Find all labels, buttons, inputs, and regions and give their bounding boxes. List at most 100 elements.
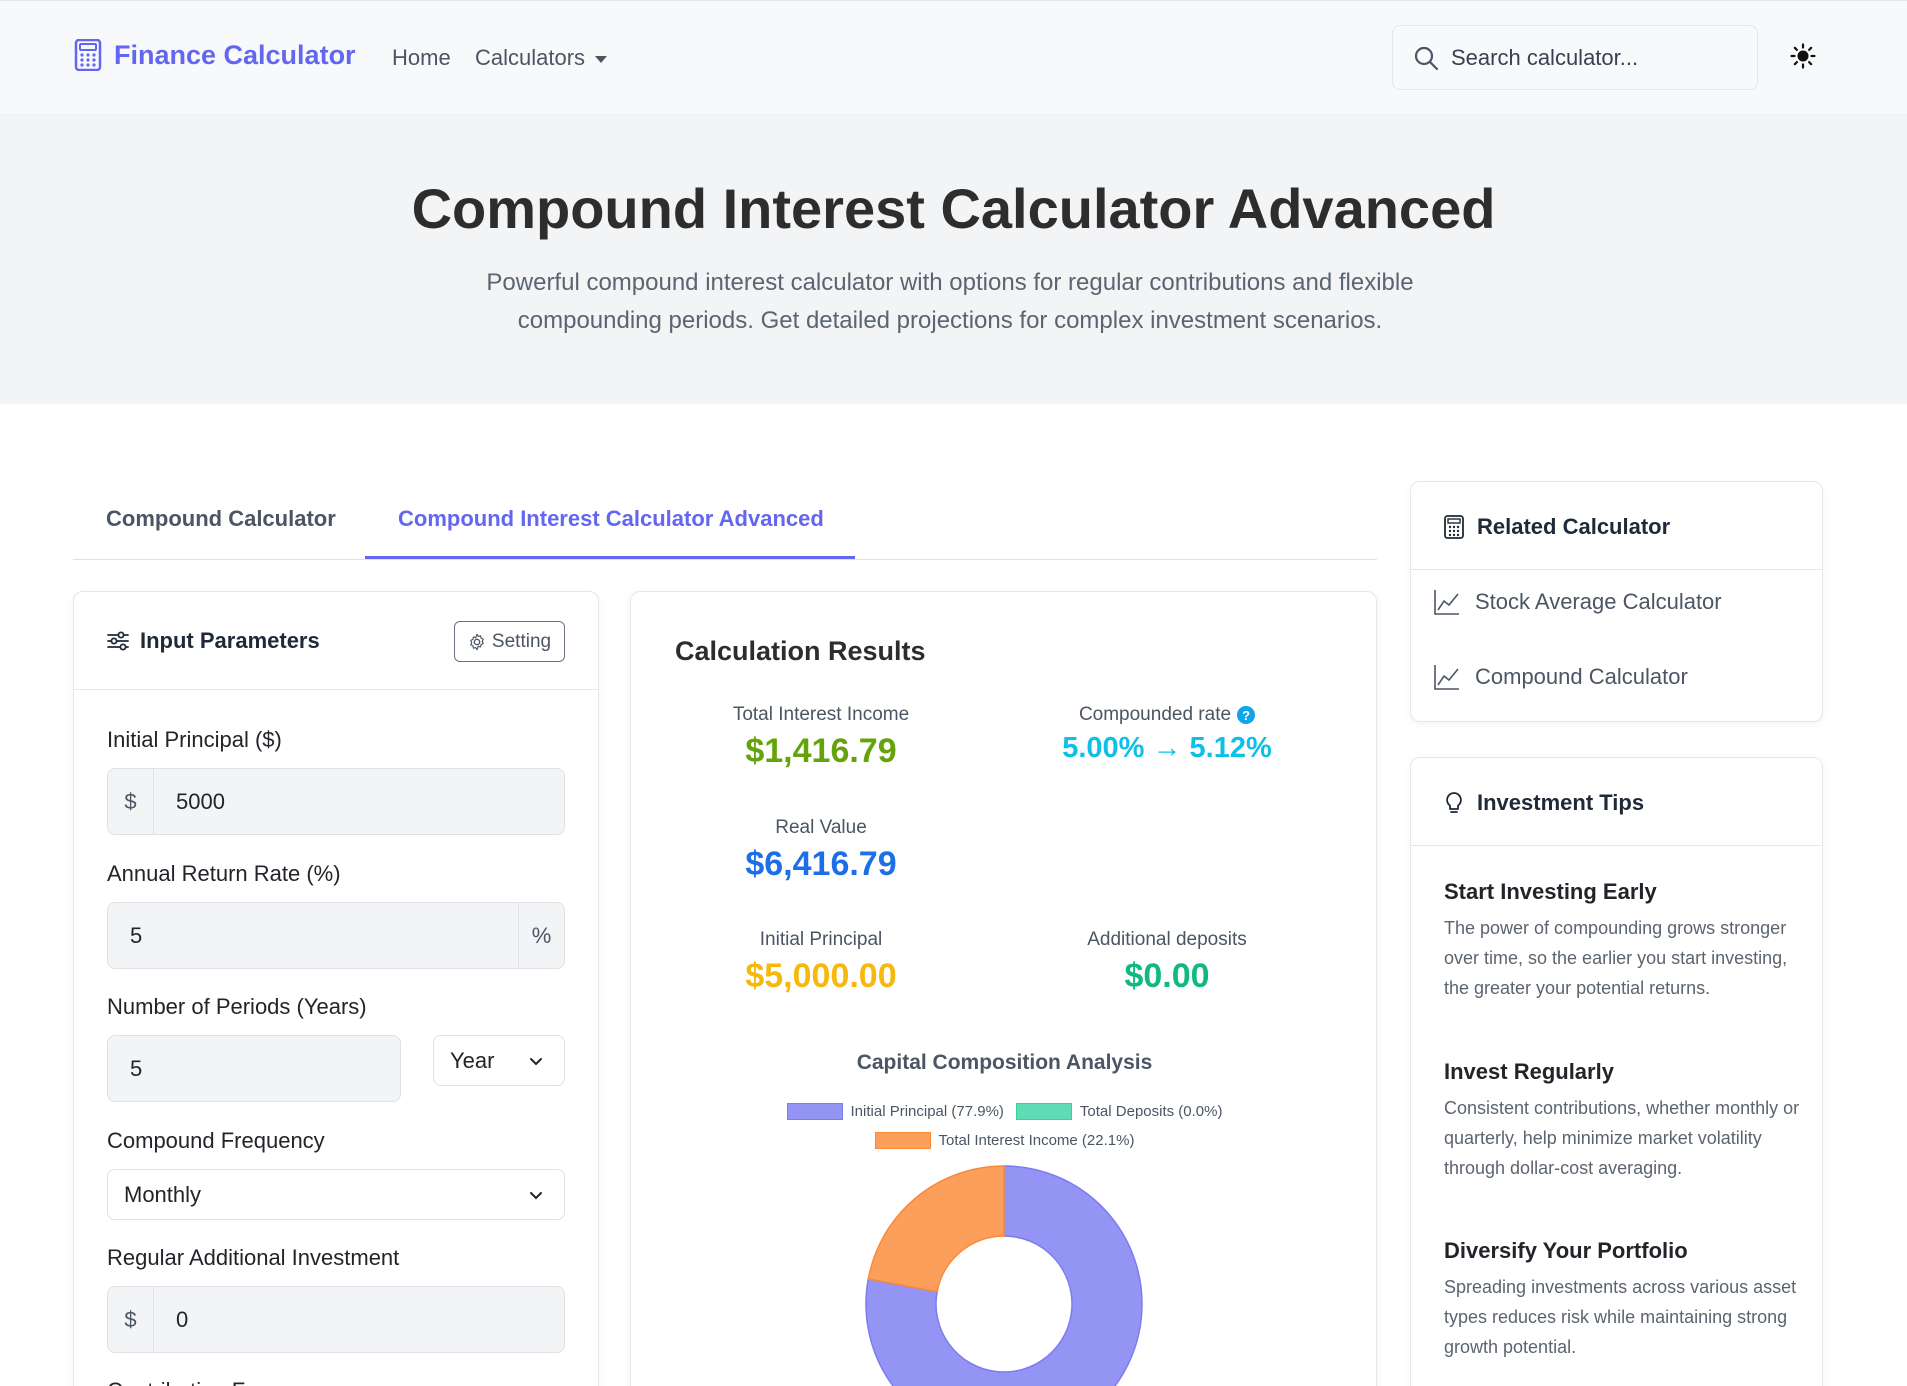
legend-swatch bbox=[874, 1132, 931, 1149]
periods-input[interactable]: 5 bbox=[108, 1056, 400, 1082]
tips-card-title: Investment Tips bbox=[1443, 790, 1644, 816]
metric-deposits-label: Additional deposits bbox=[1087, 929, 1247, 950]
frequency-value: Monthly bbox=[124, 1181, 202, 1207]
rate-suffix: % bbox=[518, 903, 564, 968]
question-icon[interactable]: ? bbox=[1237, 706, 1256, 724]
tip-title: Invest Regularly bbox=[1444, 1059, 1614, 1084]
input-card-title-text: Input Parameters bbox=[140, 628, 320, 653]
metric-principal: Initial Principal $5,000.00 bbox=[661, 929, 981, 996]
tips-card-title-text: Investment Tips bbox=[1477, 790, 1645, 815]
input-card-header: Input Parameters Setting bbox=[74, 592, 598, 690]
legend-swatch bbox=[1015, 1103, 1072, 1120]
line-chart-icon bbox=[1434, 590, 1459, 615]
search-icon bbox=[1414, 46, 1439, 70]
tab-compound-advanced[interactable]: Compound Interest Calculator Advanced bbox=[398, 506, 824, 532]
results-title: Calculation Results bbox=[675, 636, 926, 666]
legend-label: Initial Principal (77.9%) bbox=[850, 1103, 1004, 1120]
additional-prefix: $ bbox=[108, 1287, 154, 1352]
nav-calculators-label: Calculators bbox=[475, 45, 586, 70]
legend-label: Total Interest Income (22.1%) bbox=[938, 1132, 1135, 1149]
legend-item-principal[interactable]: Initial Principal (77.9%) bbox=[786, 1103, 1004, 1120]
metric-interest-label: Total Interest Income bbox=[732, 704, 910, 725]
tip-body: Spreading investments across various ass… bbox=[1444, 1277, 1797, 1357]
calculator-icon bbox=[74, 39, 102, 71]
legend-swatch bbox=[786, 1103, 843, 1120]
chevron-down-icon bbox=[530, 1191, 542, 1199]
page-title: Compound Interest Calculator Advanced bbox=[411, 177, 1496, 240]
related-item-compound[interactable]: Compound Calculator bbox=[1433, 663, 1688, 691]
metric-principal-label: Initial Principal bbox=[759, 929, 883, 950]
metric-rate-value: 5.00% → 5.12% bbox=[1062, 732, 1272, 764]
lightbulb-icon bbox=[1446, 792, 1462, 813]
periods-unit-value: Year bbox=[450, 1047, 495, 1073]
tip-body: Consistent contributions, whether monthl… bbox=[1444, 1098, 1800, 1178]
rate-input[interactable]: 5 bbox=[108, 923, 518, 949]
principal-prefix: $ bbox=[108, 769, 154, 834]
investment-tips-card: Investment Tips Start Investing Early Th… bbox=[1410, 757, 1823, 1386]
rate-field[interactable]: 5 % bbox=[107, 902, 565, 969]
active-tab-indicator bbox=[365, 556, 855, 559]
legend-item-deposits[interactable]: Total Deposits (0.0%) bbox=[1015, 1103, 1223, 1120]
tab-compound-calculator[interactable]: Compound Calculator bbox=[106, 506, 336, 532]
donut-slice-2[interactable] bbox=[867, 1165, 1005, 1293]
related-item-label: Compound Calculator bbox=[1475, 664, 1688, 689]
input-card-title: Input Parameters bbox=[106, 628, 320, 654]
additional-field[interactable]: $ 0 bbox=[107, 1286, 565, 1353]
related-card-title-text: Related Calculator bbox=[1477, 514, 1671, 539]
related-item-stock-average[interactable]: Stock Average Calculator bbox=[1433, 588, 1722, 616]
principal-label: Initial Principal ($) bbox=[107, 727, 282, 752]
metric-interest-value: $1,416.79 bbox=[745, 732, 897, 770]
search-input[interactable] bbox=[1451, 44, 1741, 71]
navbar: Finance Calculator Home Calculators bbox=[0, 0, 1907, 113]
additional-input[interactable]: 0 bbox=[154, 1307, 564, 1333]
principal-input[interactable]: 5000 bbox=[154, 789, 564, 815]
tip-body: The power of compounding grows stronger … bbox=[1444, 918, 1788, 998]
metric-rate-label-wrap: Compounded rate ? bbox=[1007, 704, 1327, 726]
legend-label: Total Deposits (0.0%) bbox=[1079, 1103, 1223, 1120]
chevron-down-icon bbox=[530, 1057, 542, 1065]
sun-icon[interactable] bbox=[1790, 43, 1816, 69]
setting-button[interactable]: Setting bbox=[454, 621, 565, 662]
chart-title: Capital Composition Analysis bbox=[856, 1051, 1153, 1074]
related-card-header: Related Calculator bbox=[1411, 482, 1822, 570]
periods-label: Number of Periods (Years) bbox=[107, 994, 367, 1019]
related-item-label: Stock Average Calculator bbox=[1475, 589, 1722, 614]
metric-real-label: Real Value bbox=[775, 817, 867, 838]
caret-down-icon bbox=[595, 55, 608, 63]
additional-label: Regular Additional Investment bbox=[107, 1245, 400, 1270]
brand-name: Finance Calculator bbox=[114, 39, 356, 70]
metric-real-value: $6,416.79 bbox=[745, 845, 897, 883]
setting-button-label: Setting bbox=[491, 630, 552, 652]
search-box[interactable] bbox=[1392, 25, 1758, 90]
capital-composition-donut-chart bbox=[865, 1165, 1143, 1386]
metric-interest: Total Interest Income $1,416.79 bbox=[661, 704, 981, 771]
related-card-title: Related Calculator bbox=[1443, 514, 1670, 540]
periods-unit-select[interactable]: Year bbox=[433, 1035, 565, 1086]
page-subtitle: Powerful compound interest calculator wi… bbox=[486, 269, 1414, 334]
tips-card-header: Investment Tips bbox=[1411, 758, 1822, 846]
frequency-label: Compound Frequency bbox=[107, 1128, 325, 1153]
nav-calculators-dropdown[interactable]: Calculators bbox=[475, 45, 608, 71]
nav-home-link[interactable]: Home bbox=[392, 45, 451, 71]
chart-legend-row-1: Initial Principal (77.9%) Total Deposits… bbox=[631, 1103, 1376, 1120]
chart-legend-row-2: Total Interest Income (22.1%) bbox=[631, 1132, 1376, 1149]
tip-title: Start Investing Early bbox=[1444, 879, 1657, 904]
sliders-icon bbox=[107, 631, 129, 651]
rate-label: Annual Return Rate (%) bbox=[107, 861, 341, 886]
brand-link[interactable]: Finance Calculator bbox=[74, 39, 356, 71]
metric-deposits: Additional deposits $0.00 bbox=[1007, 929, 1327, 996]
principal-field[interactable]: $ 5000 bbox=[107, 768, 565, 835]
tip-title: Diversify Your Portfolio bbox=[1444, 1238, 1688, 1263]
related-calculator-card: Related Calculator Stock Average Calcula… bbox=[1410, 481, 1823, 722]
gear-icon bbox=[470, 633, 484, 650]
line-chart-icon bbox=[1434, 665, 1459, 690]
metric-principal-value: $5,000.00 bbox=[745, 957, 897, 995]
periods-field[interactable]: 5 bbox=[107, 1035, 401, 1102]
calculator-tabs: Compound Calculator Compound Interest Ca… bbox=[73, 490, 1377, 560]
metric-rate-label: Compounded rate bbox=[1078, 704, 1232, 725]
frequency-select[interactable]: Monthly bbox=[107, 1169, 565, 1220]
contribution-frequency-label: Contribution F bbox=[107, 1378, 245, 1386]
results-card: Calculation Results Total Interest Incom… bbox=[630, 591, 1377, 1386]
calculator-icon bbox=[1444, 515, 1464, 539]
legend-item-interest[interactable]: Total Interest Income (22.1%) bbox=[874, 1132, 1135, 1149]
